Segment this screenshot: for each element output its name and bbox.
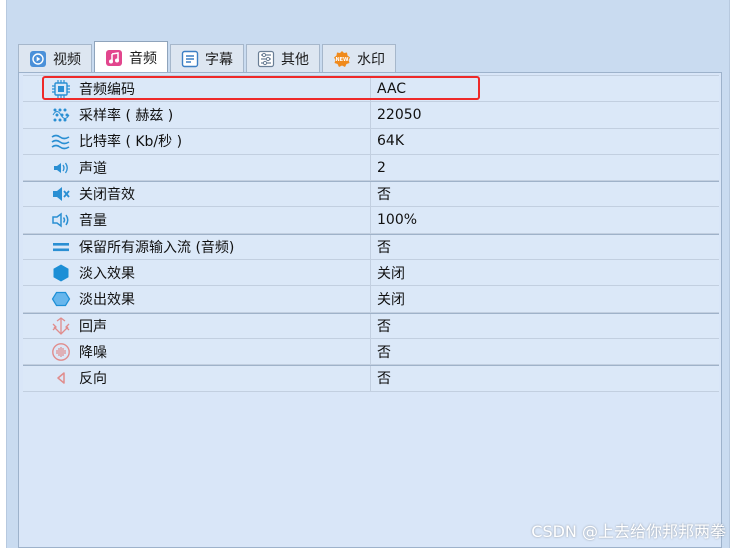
property-name: 音频编码	[79, 81, 135, 98]
property-name: 降噪	[79, 344, 107, 361]
property-name: 回声	[79, 318, 107, 335]
property-row[interactable]: 声道 2	[23, 154, 719, 182]
channel-icon	[51, 158, 71, 178]
svg-text:NEW: NEW	[335, 57, 349, 63]
property-value[interactable]: 22050	[371, 102, 719, 128]
reverse-icon	[51, 368, 71, 388]
sampling-icon	[51, 105, 71, 125]
property-value[interactable]: 否	[371, 182, 719, 207]
tab-other[interactable]: 其他	[246, 44, 320, 72]
property-row[interactable]: 关闭音效 否	[23, 181, 719, 208]
tab-label: 视频	[53, 51, 81, 68]
tab-audio[interactable]: 音频	[94, 41, 168, 73]
property-value[interactable]: AAC	[371, 76, 719, 102]
property-value[interactable]: 100%	[371, 207, 719, 233]
property-row[interactable]: 淡入效果 关闭	[23, 260, 719, 287]
property-name: 声道	[79, 160, 107, 177]
property-row[interactable]: 保留所有源输入流 (音频) 否	[23, 233, 719, 261]
mute-icon	[51, 184, 71, 204]
property-value[interactable]: 关闭	[371, 260, 719, 286]
property-name: 关闭音效	[79, 187, 135, 204]
property-value[interactable]: 关闭	[371, 286, 719, 312]
property-row[interactable]: 音量 100%	[23, 207, 719, 234]
chip-icon	[51, 79, 71, 99]
property-row[interactable]: 降噪 否	[23, 338, 719, 366]
property-row[interactable]: 反向 否	[23, 365, 719, 392]
denoise-icon	[51, 342, 71, 362]
property-value[interactable]: 否	[371, 338, 719, 365]
watermark-icon: NEW	[333, 50, 351, 68]
property-value[interactable]: 64K	[371, 128, 719, 154]
echo-icon	[51, 316, 71, 336]
property-row[interactable]: 音频编码 AAC	[23, 76, 719, 103]
property-row[interactable]: 比特率 ( Kb/秒 ) 64K	[23, 128, 719, 155]
property-grid: 音频编码 AAC 采样率 ( 赫兹 ) 22050 比特率 ( Kb/秒 ) 6…	[23, 75, 719, 392]
watermark-text: CSDN @上去给你邦邦两拳	[531, 522, 726, 541]
wave-icon	[51, 131, 71, 151]
right-edge	[729, 0, 740, 548]
property-name: 淡出效果	[79, 292, 135, 309]
property-name: 采样率 ( 赫兹 )	[79, 107, 174, 124]
property-name: 反向	[79, 371, 107, 388]
sliders-icon	[257, 50, 275, 68]
tab-label: 其他	[281, 51, 309, 68]
left-edge	[0, 0, 7, 548]
music-icon	[105, 49, 123, 67]
audio-settings-panel: 音频编码 AAC 采样率 ( 赫兹 ) 22050 比特率 ( Kb/秒 ) 6…	[18, 72, 722, 548]
property-name: 比特率 ( Kb/秒 )	[79, 134, 183, 151]
property-value[interactable]: 否	[371, 234, 719, 260]
property-value[interactable]: 否	[371, 313, 719, 338]
property-row[interactable]: 淡出效果 关闭	[23, 286, 719, 313]
property-name: 保留所有源输入流 (音频)	[79, 239, 235, 256]
property-value[interactable]: 2	[371, 154, 719, 181]
tab-label: 字幕	[205, 51, 233, 68]
property-value[interactable]: 否	[371, 366, 719, 391]
tab-watermark[interactable]: NEW 水印	[322, 44, 396, 72]
tab-subtitle[interactable]: 字幕	[170, 44, 244, 72]
equals-icon	[51, 237, 71, 257]
video-icon	[29, 50, 47, 68]
fade-in-icon	[51, 263, 71, 283]
tab-video[interactable]: 视频	[18, 44, 92, 72]
tab-label: 水印	[357, 51, 385, 68]
property-name: 音量	[79, 213, 107, 230]
fade-out-icon	[51, 289, 71, 309]
tab-bar: 视频 音频 字幕 其他 NEW 水印	[18, 40, 398, 73]
tab-label: 音频	[129, 50, 157, 67]
volume-icon	[51, 210, 71, 230]
subtitle-icon	[181, 50, 199, 68]
property-name: 淡入效果	[79, 265, 135, 282]
property-row[interactable]: 回声 否	[23, 312, 719, 339]
property-row[interactable]: 采样率 ( 赫兹 ) 22050	[23, 102, 719, 129]
